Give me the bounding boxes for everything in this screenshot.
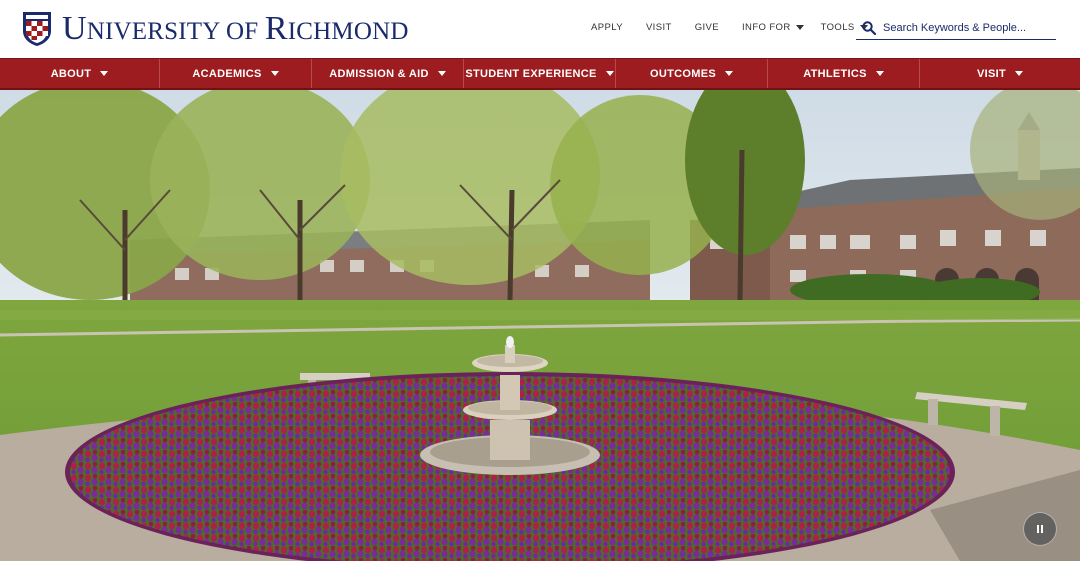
search-input[interactable] <box>883 21 1053 34</box>
caret-down-icon <box>795 25 804 30</box>
pause-button[interactable] <box>1023 512 1057 546</box>
visit-link[interactable]: VISIT <box>646 22 672 33</box>
nav-item-about[interactable]: ABOUT <box>0 59 160 88</box>
search-icon[interactable] <box>862 20 876 35</box>
shield-icon <box>23 12 51 46</box>
caret-down-icon <box>270 71 279 76</box>
nav-label-student-experience: STUDENT EXPERIENCE <box>465 67 597 80</box>
caret-down-icon <box>875 71 884 76</box>
pause-icon <box>1041 525 1043 533</box>
nav-label-academics: ACADEMICS <box>192 67 262 80</box>
wordmark-initial-u: U <box>62 10 87 47</box>
university-logo[interactable]: UNIVERSITY OF RICHMOND <box>22 10 409 48</box>
caret-down-icon <box>1015 71 1023 76</box>
caret-down-icon <box>100 71 109 76</box>
tools-label: TOOLS <box>820 22 855 33</box>
info-for-label: INFO FOR <box>742 22 791 33</box>
nav-label-about: ABOUT <box>50 67 92 80</box>
nav-item-outcomes[interactable]: OUTCOMES <box>616 59 768 88</box>
main-nav: ABOUT ACADEMICS ADMISSION & AID STUDENT … <box>0 58 1080 90</box>
nav-label-visit: VISIT <box>976 67 1006 80</box>
nav-item-academics[interactable]: ACADEMICS <box>160 59 312 88</box>
site-header: UNIVERSITY OF RICHMOND APPLY VISIT GIVE … <box>0 0 1080 58</box>
caret-down-icon <box>605 71 614 76</box>
utility-nav: APPLY VISIT GIVE INFO FOR TOOLS <box>591 22 885 33</box>
wordmark-university-of: NIVERSITY OF <box>86 18 265 45</box>
nav-item-athletics[interactable]: ATHLETICS <box>768 59 920 88</box>
nav-item-visit[interactable]: VISIT <box>920 59 1080 88</box>
caret-down-icon <box>724 71 733 76</box>
hero-video <box>0 90 1080 561</box>
caret-down-icon <box>437 71 446 76</box>
university-wordmark: UNIVERSITY OF RICHMOND <box>62 10 409 48</box>
nav-label-admission: ADMISSION & AID <box>329 67 429 80</box>
wordmark-richmond: ICHMOND <box>287 18 409 45</box>
wordmark-initial-r: R <box>264 10 288 47</box>
nav-item-student-experience[interactable]: STUDENT EXPERIENCE <box>464 59 616 88</box>
search-box <box>856 16 1056 40</box>
apply-link[interactable]: APPLY <box>591 22 623 33</box>
campus-scene <box>0 90 1080 561</box>
nav-label-outcomes: OUTCOMES <box>650 67 716 80</box>
give-link[interactable]: GIVE <box>695 22 719 33</box>
nav-label-athletics: ATHLETICS <box>803 67 867 80</box>
nav-item-admission[interactable]: ADMISSION & AID <box>312 59 464 88</box>
pause-icon <box>1037 525 1039 533</box>
info-for-dropdown[interactable]: INFO FOR <box>742 22 804 33</box>
